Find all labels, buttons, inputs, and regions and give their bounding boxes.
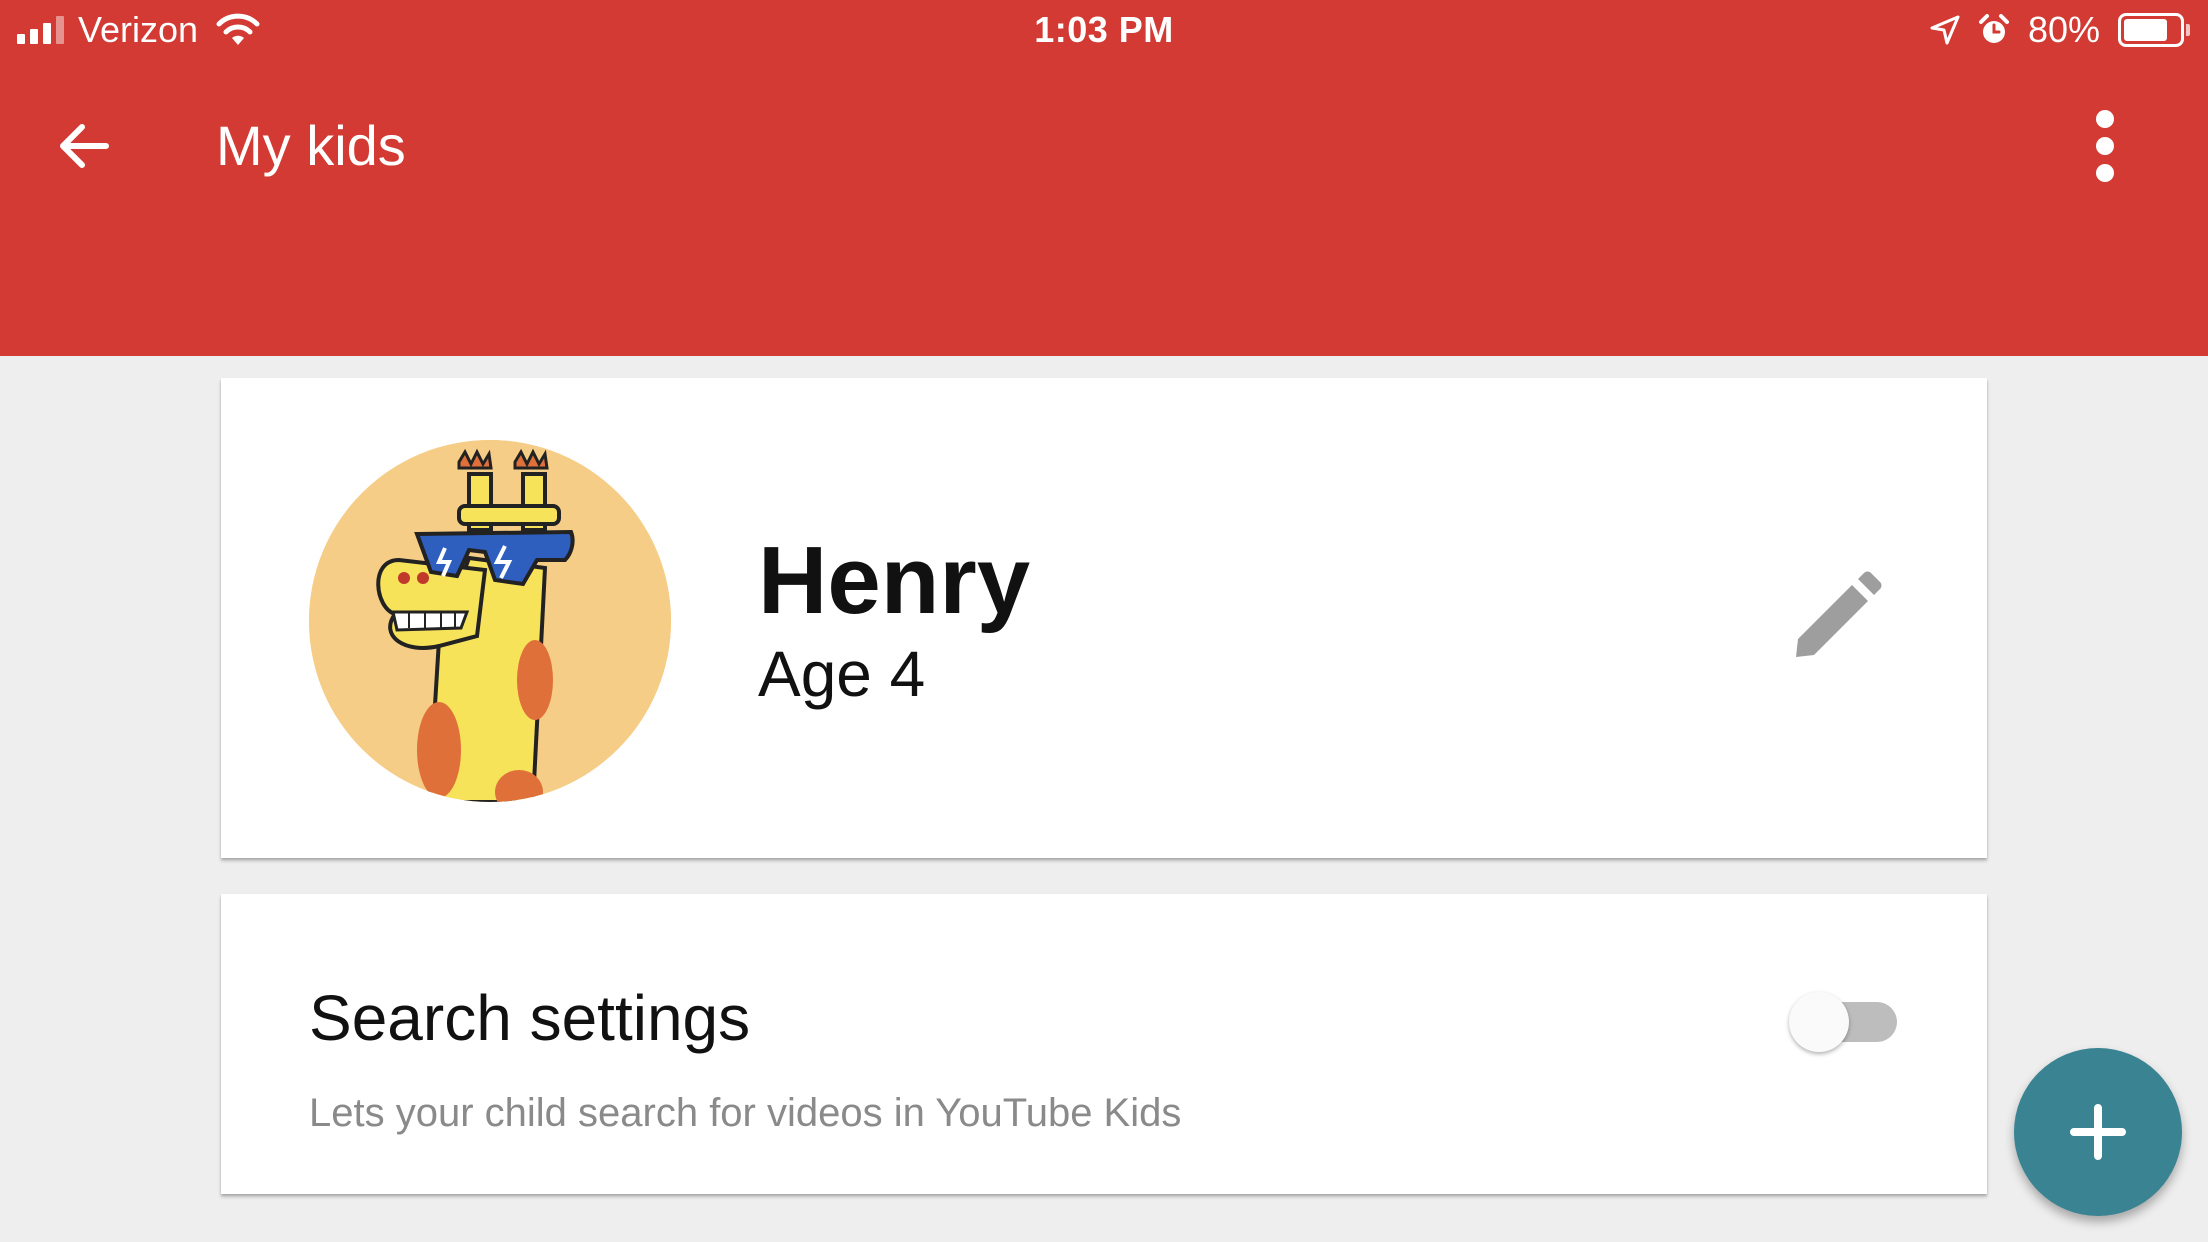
battery-icon (2118, 13, 2190, 47)
edit-profile-button[interactable] (1781, 562, 1891, 672)
pencil-icon (1796, 571, 1882, 657)
more-options-button[interactable] (2070, 104, 2140, 188)
search-settings-toggle[interactable] (1789, 990, 1899, 1054)
kid-profile-card[interactable]: Henry Age 4 (221, 378, 1987, 858)
more-vert-icon (2096, 110, 2114, 128)
kid-name: Henry (758, 527, 1031, 634)
status-time: 1:03 PM (1034, 9, 1174, 50)
status-right: 80% (1930, 8, 2190, 52)
back-button[interactable] (48, 110, 120, 182)
kid-age: Age 4 (758, 638, 926, 710)
battery-percent: 80% (2027, 9, 2100, 50)
search-settings-title: Search settings (309, 982, 751, 1054)
arrow-back-icon (60, 124, 109, 168)
toggle-thumb (1789, 992, 1849, 1052)
page-title: My kids (216, 114, 406, 177)
add-kid-button[interactable] (2014, 1048, 2182, 1216)
battery-fill (2124, 19, 2168, 41)
avatar (309, 440, 671, 802)
status-bar: Verizon 1:03 PM 80% (0, 0, 2208, 62)
app-header: Verizon 1:03 PM 80% My kids (0, 0, 2208, 356)
search-settings-description: Lets your child search for videos in You… (309, 1091, 1182, 1135)
search-settings-card: Search settings Lets your child search f… (221, 894, 1987, 1194)
giraffe-avatar-icon (309, 440, 671, 802)
app: Verizon 1:03 PM 80% My kids Henry Age 4 … (0, 0, 2208, 1242)
location-arrow-icon (1930, 15, 1960, 45)
plus-icon (2070, 1104, 2126, 1160)
alarm-icon (1978, 14, 2009, 43)
